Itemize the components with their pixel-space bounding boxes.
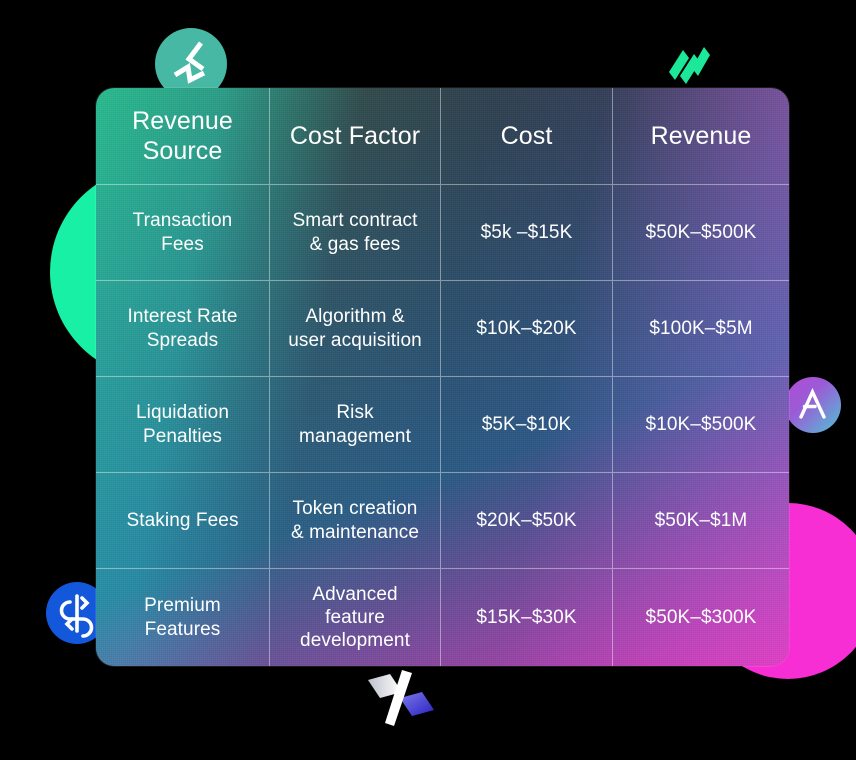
poster-canvas: Revenue Source Cost Factor Cost Revenue … bbox=[0, 0, 856, 760]
table-row: $50K–$1M bbox=[613, 473, 789, 569]
cell-line: Fees bbox=[161, 233, 204, 255]
cell-line: Staking Fees bbox=[126, 509, 239, 531]
lido-logo-icon bbox=[663, 42, 717, 94]
table-row: $20K–$50K bbox=[441, 473, 613, 569]
revenue-cost-table: Revenue Source Cost Factor Cost Revenue … bbox=[96, 88, 789, 666]
table-row: Algorithm & user acquisition bbox=[270, 281, 441, 377]
cell-line: Smart contract bbox=[292, 210, 418, 232]
cell-line: Penalties bbox=[142, 425, 223, 447]
table-row: Advanced feature development bbox=[270, 569, 441, 666]
table-row: $50K–$500K bbox=[613, 185, 789, 281]
cell-line: Risk bbox=[336, 402, 374, 424]
table-row: $10K–$20K bbox=[441, 281, 613, 377]
dydx-logo-icon bbox=[366, 668, 442, 730]
table-row: Transaction Fees bbox=[96, 185, 270, 281]
cell-line: & maintenance bbox=[290, 521, 420, 543]
cell-line: Algorithm & bbox=[305, 306, 405, 328]
table-grid: Revenue Source Cost Factor Cost Revenue … bbox=[96, 88, 789, 666]
cell-line: Interest Rate bbox=[127, 306, 238, 328]
cell-line: Liquidation bbox=[135, 402, 229, 424]
table-row: $15K–$30K bbox=[441, 569, 613, 666]
aave-logo-icon bbox=[785, 377, 841, 433]
table-row: Risk management bbox=[270, 377, 441, 473]
table-row: Interest Rate Spreads bbox=[96, 281, 270, 377]
header-line: Revenue bbox=[132, 106, 233, 135]
table-row: Token creation & maintenance bbox=[270, 473, 441, 569]
cell-line: Transaction bbox=[132, 210, 233, 232]
table-header-cost-factor: Cost Factor bbox=[270, 88, 441, 185]
table-header-cost: Cost bbox=[441, 88, 613, 185]
table-header-revenue-source: Revenue Source bbox=[96, 88, 270, 185]
header-line: Revenue bbox=[650, 121, 752, 150]
table-row: Liquidation Penalties bbox=[96, 377, 270, 473]
cell-line: Premium bbox=[144, 595, 221, 617]
cell-line: management bbox=[299, 425, 411, 447]
table-row: Premium Features bbox=[96, 569, 270, 666]
table-row: $10K–$500K bbox=[613, 377, 789, 473]
table-row: $5K–$10K bbox=[441, 377, 613, 473]
cell-line: user acquisition bbox=[288, 329, 422, 351]
table-row: $5k –$15K bbox=[441, 185, 613, 281]
table-row: Smart contract & gas fees bbox=[270, 185, 441, 281]
cell-line: Token creation bbox=[292, 498, 418, 520]
table-row: $100K–$5M bbox=[613, 281, 789, 377]
cell-line: Advanced feature bbox=[312, 583, 398, 628]
cell-line: Spreads bbox=[146, 329, 219, 351]
header-line: Cost Factor bbox=[289, 121, 421, 150]
table-header-revenue: Revenue bbox=[613, 88, 789, 185]
cell-line: development bbox=[300, 630, 410, 652]
cell-line: & gas fees bbox=[309, 233, 401, 255]
header-line: Source bbox=[142, 137, 223, 165]
cell-line: Features bbox=[144, 618, 221, 640]
table-row: Staking Fees bbox=[96, 473, 270, 569]
table-row: $50K–$300K bbox=[645, 606, 757, 628]
header-line: Cost bbox=[500, 121, 553, 150]
